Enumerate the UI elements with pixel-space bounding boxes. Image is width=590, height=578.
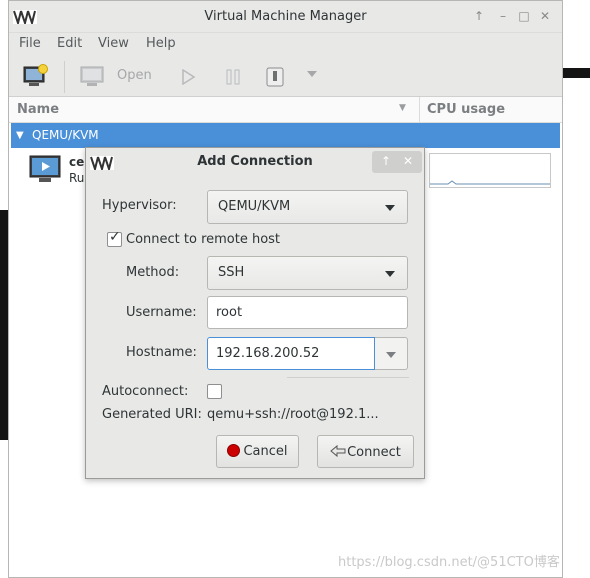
menu-view[interactable]: View — [98, 36, 129, 51]
hostname-input[interactable] — [208, 338, 374, 369]
cancel-label: Cancel — [243, 444, 288, 459]
generated-uri-label: Generated URI: — [102, 407, 202, 422]
cpu-sparkline — [430, 180, 550, 185]
cancel-icon — [227, 444, 241, 457]
shutdown-menu-chevron-down-icon[interactable] — [307, 71, 317, 77]
username-label: Username: — [126, 305, 197, 320]
close-icon[interactable]: ✕ — [537, 9, 553, 23]
connect-label: Connect — [347, 445, 401, 460]
desktop-background — [0, 210, 8, 440]
maximize-icon[interactable]: □ — [516, 9, 532, 23]
checkmark-icon: ✓ — [109, 229, 121, 245]
cancel-button[interactable]: Cancel — [216, 435, 299, 468]
open-button[interactable]: Open — [117, 68, 152, 83]
toolbar-separator — [64, 61, 65, 93]
autoconnect-checkbox[interactable] — [207, 384, 222, 399]
remote-host-checkbox[interactable]: ✓ — [107, 229, 122, 247]
dialog-close-icon[interactable]: ✕ — [403, 154, 413, 168]
cpu-usage-graph — [429, 153, 551, 188]
username-field[interactable] — [207, 296, 408, 329]
vm-name: ce — [69, 155, 85, 169]
menu-edit[interactable]: Edit — [57, 36, 82, 51]
remote-host-label[interactable]: Connect to remote host — [126, 232, 280, 247]
separator — [287, 377, 409, 378]
list-header: Name ▼ CPU usage — [9, 97, 562, 123]
hostname-dropdown-button[interactable] — [375, 337, 408, 370]
pause-icon[interactable] — [225, 69, 241, 85]
hostname-field[interactable] — [207, 337, 375, 370]
desktop-background-fragment — [563, 68, 590, 78]
column-cpu-header[interactable]: CPU usage — [427, 102, 505, 117]
dialog-window-buttons: ↑ ✕ — [372, 151, 422, 173]
watermark: https://blog.csdn.net/@51CTO博客 — [338, 555, 560, 570]
connect-icon — [330, 444, 346, 458]
vm-status: Ru — [69, 171, 85, 185]
vm-running-icon — [29, 155, 61, 182]
menu-help[interactable]: Help — [146, 36, 176, 51]
chevron-down-icon — [385, 205, 395, 211]
hypervisor-label: Hypervisor: — [102, 198, 177, 213]
keep-above-icon[interactable]: ↑ — [471, 9, 487, 23]
method-label: Method: — [126, 265, 180, 280]
add-connection-dialog: Add Connection ↑ ✕ Hypervisor: QEMU/KVM … — [85, 147, 425, 479]
open-console-icon[interactable] — [80, 66, 106, 88]
run-icon[interactable] — [180, 69, 196, 85]
chevron-down-icon — [385, 271, 395, 277]
shutdown-icon[interactable] — [266, 67, 284, 87]
username-input[interactable] — [208, 297, 407, 328]
sort-chevron-down-icon: ▼ — [399, 103, 406, 113]
menu-file[interactable]: File — [19, 36, 41, 51]
connection-label: QEMU/KVM — [32, 128, 99, 142]
toolbar: Open — [9, 57, 562, 97]
method-select[interactable]: SSH — [207, 256, 408, 290]
menubar: File Edit View Help — [9, 33, 562, 57]
connect-button[interactable]: Connect — [317, 435, 414, 468]
method-value: SSH — [218, 265, 245, 280]
expander-chevron-down-icon[interactable]: ▼ — [16, 130, 24, 141]
keep-above-icon[interactable]: ↑ — [381, 154, 391, 168]
minimize-icon[interactable]: – — [495, 9, 511, 23]
autoconnect-label: Autoconnect: — [102, 384, 189, 399]
column-name-header[interactable]: Name — [17, 102, 59, 117]
column-separator — [419, 97, 420, 123]
hypervisor-select[interactable]: QEMU/KVM — [207, 190, 408, 224]
hostname-label: Hostname: — [126, 345, 197, 360]
chevron-down-icon — [386, 352, 396, 358]
connection-row-qemu-kvm[interactable]: ▼ QEMU/KVM — [11, 123, 560, 148]
titlebar: Virtual Machine Manager ↑ – □ ✕ — [9, 1, 562, 33]
hypervisor-value: QEMU/KVM — [218, 199, 291, 214]
generated-uri-value: qemu+ssh://root@192.1... — [207, 407, 379, 422]
new-vm-icon[interactable] — [23, 64, 49, 88]
